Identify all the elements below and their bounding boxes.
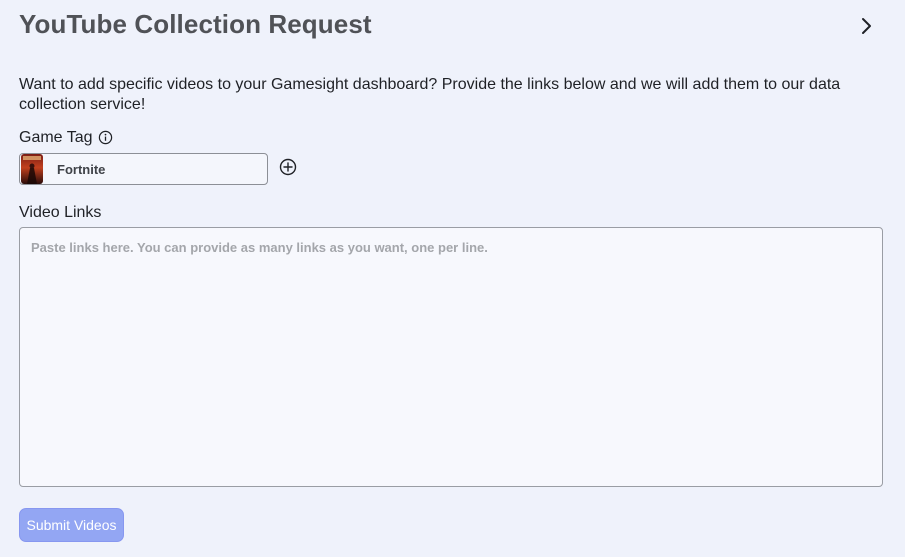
game-tag-label-row: Game Tag — [19, 129, 113, 147]
description-text: Want to add specific videos to your Game… — [19, 76, 841, 113]
game-tag-select[interactable]: Fortnite — [19, 153, 268, 185]
game-tag-value: Fortnite — [57, 161, 106, 177]
chevron-right-icon[interactable] — [856, 15, 878, 37]
plus-circle-icon[interactable] — [279, 158, 297, 176]
video-links-label: Video Links — [19, 204, 102, 221]
video-links-textarea[interactable] — [19, 227, 883, 487]
submit-videos-button[interactable]: Submit Videos — [19, 508, 124, 542]
info-icon[interactable] — [98, 130, 113, 145]
game-tag-label: Game Tag — [19, 129, 93, 146]
youtube-collection-request-panel: YouTube Collection Request Want to add s… — [0, 0, 905, 557]
page-title: YouTube Collection Request — [19, 9, 372, 39]
game-thumbnail — [21, 154, 43, 184]
